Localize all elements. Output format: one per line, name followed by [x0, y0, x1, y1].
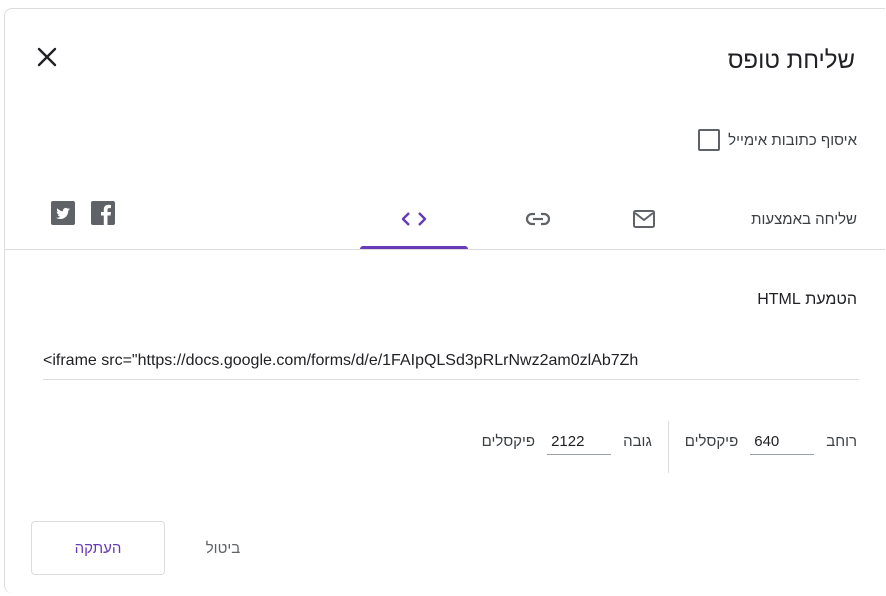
tab-email[interactable]: [609, 189, 679, 249]
height-label: גובה: [623, 432, 652, 450]
send-via-bar: שליחה באמצעות: [5, 189, 885, 250]
height-unit: פיקסלים: [481, 432, 536, 450]
dimensions-divider: [667, 421, 669, 473]
width-label: רוחב: [826, 432, 857, 450]
dimensions-row: רוחב פיקסלים גובה פיקסלים: [482, 421, 857, 473]
width-input[interactable]: [750, 429, 815, 455]
close-button[interactable]: [33, 43, 61, 71]
width-unit: פיקסלים: [684, 432, 739, 450]
dialog-title: שליחת טופס: [727, 47, 855, 74]
collect-emails-checkbox[interactable]: [698, 129, 721, 151]
mail-icon: [633, 210, 655, 228]
send-form-dialog: שליחת טופס איסוף כתובות אימייל שליחה באמ…: [4, 8, 885, 593]
tab-link[interactable]: [503, 189, 573, 249]
tab-embed[interactable]: [360, 189, 468, 249]
facebook-share-button[interactable]: [91, 201, 115, 225]
height-input[interactable]: [547, 429, 612, 455]
send-via-label: שליחה באמצעות: [751, 211, 857, 228]
embed-code-field[interactable]: <iframe src="https://docs.google.com/for…: [43, 343, 859, 380]
cancel-button[interactable]: ביטול: [181, 521, 265, 575]
width-group: רוחב פיקסלים: [685, 421, 857, 461]
twitter-icon: [51, 201, 75, 225]
copy-button[interactable]: העתקה: [31, 521, 165, 575]
embed-html-heading: הטמעת HTML: [757, 291, 857, 308]
height-group: גובה פיקסלים: [482, 421, 652, 461]
embed-code-icon: [401, 212, 427, 226]
tab-selected-indicator: [360, 246, 468, 249]
twitter-share-button[interactable]: [51, 201, 75, 225]
collect-emails-label: איסוף כתובות אימייל: [728, 131, 857, 149]
facebook-icon: [91, 201, 115, 225]
link-icon: [525, 212, 551, 226]
collect-emails-option[interactable]: איסוף כתובות אימייל: [698, 125, 857, 155]
close-icon: [37, 47, 57, 67]
